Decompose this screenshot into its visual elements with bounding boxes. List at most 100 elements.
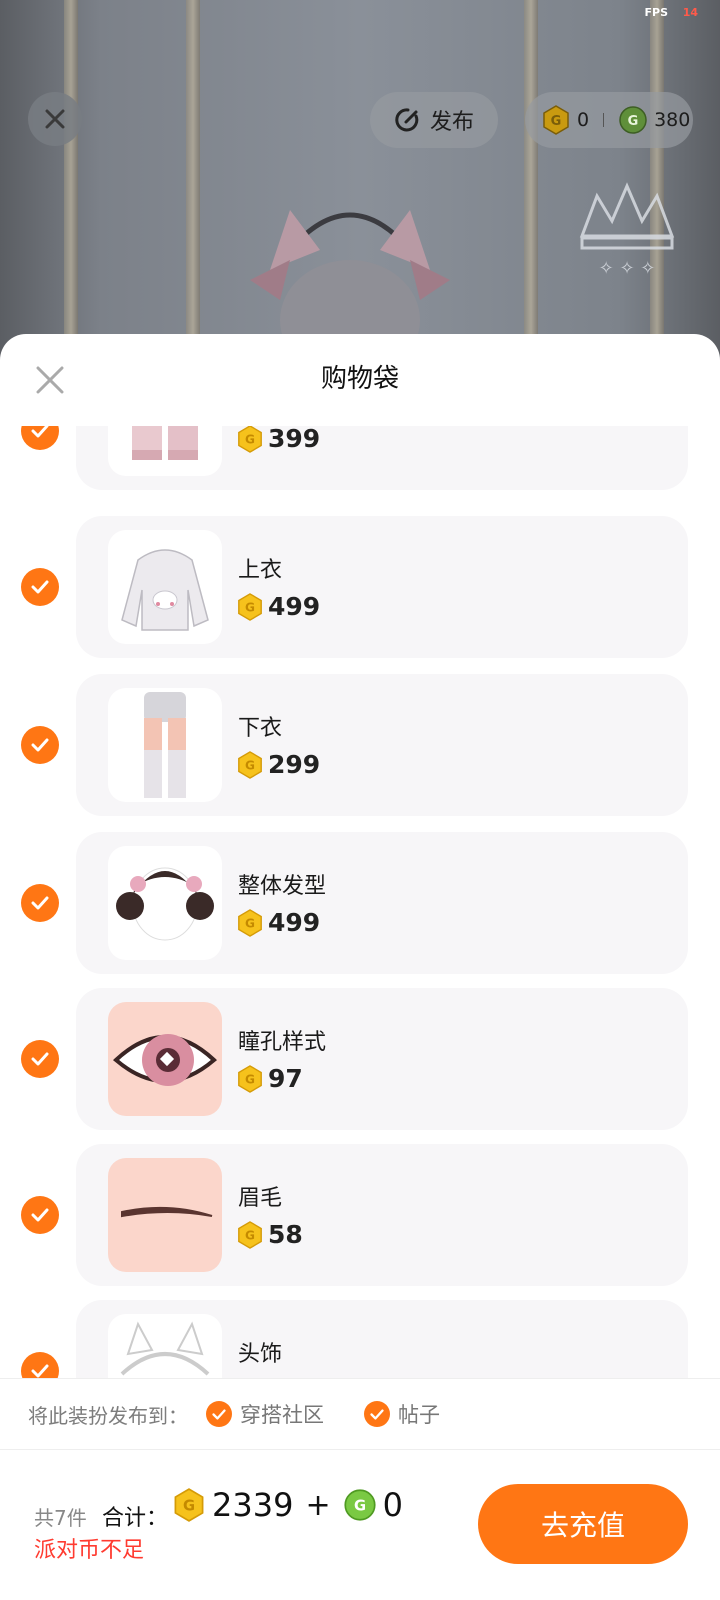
total-label: 合计： xyxy=(102,1506,169,1531)
gold-coin-icon: G xyxy=(543,105,569,135)
list-item[interactable]: G 399 xyxy=(76,426,688,490)
svg-text:G: G xyxy=(245,758,255,772)
checkmark-icon xyxy=(31,580,49,594)
price-value: 97 xyxy=(268,1064,303,1093)
scene-pillar xyxy=(186,0,200,360)
item-checkbox[interactable] xyxy=(21,884,59,922)
gold-coin-icon: G xyxy=(238,1064,262,1093)
price-value: 499 xyxy=(268,908,321,937)
eyebrow-thumb xyxy=(108,1158,222,1272)
svg-text:G: G xyxy=(354,1498,366,1515)
scene-pillar xyxy=(64,0,78,360)
svg-text:G: G xyxy=(245,600,255,614)
checkbox-checked-icon xyxy=(364,1401,390,1427)
checkbox-checked-icon xyxy=(206,1401,232,1427)
currency-a-value: 0 xyxy=(577,109,590,131)
item-checkbox[interactable] xyxy=(21,1352,59,1378)
item-price: G 499 xyxy=(236,592,320,621)
list-item[interactable]: 瞳孔样式 G 97 xyxy=(76,988,688,1130)
list-item[interactable]: 整体发型 G 499 xyxy=(76,832,688,974)
currency-display[interactable]: G 0 G 380 xyxy=(525,92,693,148)
gold-coin-icon: G xyxy=(238,908,262,937)
list-item[interactable]: 眉毛 G 58 xyxy=(76,1144,688,1286)
checkmark-icon xyxy=(31,896,49,910)
sheet-header: 购物袋 xyxy=(0,334,720,426)
close-button[interactable] xyxy=(28,92,82,146)
list-item[interactable]: 上衣 G 499 xyxy=(76,516,688,658)
item-checkbox[interactable] xyxy=(21,568,59,606)
item-name: 下衣 xyxy=(238,716,283,741)
item-checkbox[interactable] xyxy=(21,1040,59,1078)
coin-total: 2339 xyxy=(212,1486,294,1524)
hoodie-thumb xyxy=(108,530,222,644)
game-scene: FPS 14 发布 G 0 G 380 ✧ ✧ ✧ xyxy=(0,0,720,360)
recharge-button[interactable]: 去充值 xyxy=(478,1484,688,1564)
currency-separator xyxy=(603,113,605,127)
item-checkbox[interactable] xyxy=(21,426,59,450)
item-name: 上衣 xyxy=(238,558,283,583)
publish-options-row: 将此装扮发布到： 穿搭社区 帖子 xyxy=(0,1378,720,1450)
price-value: 499 xyxy=(268,592,321,621)
item-price: G 499 xyxy=(236,908,320,937)
checkmark-icon xyxy=(31,426,49,438)
checkmark-icon xyxy=(31,1208,49,1222)
green-coin-icon: G xyxy=(619,106,647,134)
item-price: G 299 xyxy=(236,750,320,779)
hairstyle-thumb xyxy=(108,846,222,960)
item-price: G 97 xyxy=(236,1064,303,1093)
gold-coin-icon: G xyxy=(238,426,262,453)
item-list[interactable]: G 399 上衣 G 499 下衣 G 299 整体发型 G 499 瞳孔样式 … xyxy=(0,426,720,1378)
leggings-thumb xyxy=(108,688,222,802)
green-total: 0 xyxy=(382,1486,403,1524)
plus-sign: + xyxy=(305,1487,331,1523)
insufficient-warning: 派对币不足 xyxy=(34,1538,145,1563)
publish-options-label: 将此装扮发布到： xyxy=(28,1403,188,1428)
sheet-title: 购物袋 xyxy=(320,364,399,394)
crown-logo: ✧ ✧ ✧ xyxy=(579,182,675,279)
option-post[interactable]: 帖子 xyxy=(364,1399,440,1429)
item-checkbox[interactable] xyxy=(21,1196,59,1234)
svg-text:G: G xyxy=(245,1228,255,1242)
checkmark-icon xyxy=(31,1052,49,1066)
list-item[interactable]: 头饰 xyxy=(76,1300,688,1378)
shopping-bag-sheet: 购物袋 G 399 上衣 G 499 下衣 G 299 整体发型 G 499 瞳… xyxy=(0,334,720,1600)
item-name: 瞳孔样式 xyxy=(238,1030,327,1055)
checkmark-icon xyxy=(31,738,49,752)
item-count: 共7件 xyxy=(34,1506,87,1530)
item-price: G 58 xyxy=(236,1220,303,1249)
headwear-thumb xyxy=(108,1314,222,1378)
avatar-character xyxy=(250,210,450,360)
price-value: 299 xyxy=(268,750,321,779)
gold-coin-icon: G xyxy=(174,1488,204,1522)
svg-text:G: G xyxy=(628,114,639,129)
gold-coin-icon: G xyxy=(238,1220,262,1249)
eye-thumb xyxy=(108,1002,222,1116)
publish-button[interactable]: 发布 xyxy=(370,92,498,148)
shoes-thumb xyxy=(108,426,222,476)
item-checkbox[interactable] xyxy=(21,726,59,764)
total-amount: G 2339 + G 0 xyxy=(172,1486,403,1524)
checkmark-icon xyxy=(31,1364,49,1378)
currency-b-value: 380 xyxy=(654,109,691,131)
option-label: 穿搭社区 xyxy=(240,1403,324,1427)
list-item[interactable]: 下衣 G 299 xyxy=(76,674,688,816)
option-outfit-community[interactable]: 穿搭社区 xyxy=(206,1399,324,1429)
svg-text:G: G xyxy=(551,114,562,129)
svg-text:G: G xyxy=(245,1072,255,1086)
svg-text:G: G xyxy=(183,1498,195,1515)
svg-text:G: G xyxy=(245,432,255,446)
svg-text:G: G xyxy=(245,916,255,930)
item-name: 头饰 xyxy=(238,1342,283,1367)
item-price: G 399 xyxy=(236,426,320,453)
item-name: 整体发型 xyxy=(238,874,327,899)
scene-pillar xyxy=(524,0,538,360)
gold-coin-icon: G xyxy=(238,750,262,779)
publish-icon xyxy=(395,108,419,132)
fps-label: FPS xyxy=(644,6,669,19)
price-value: 58 xyxy=(268,1220,303,1249)
option-label: 帖子 xyxy=(398,1403,440,1427)
item-name: 眉毛 xyxy=(238,1186,283,1211)
green-coin-icon: G xyxy=(343,1489,376,1521)
checkout-footer: 共7件 合计： G 2339 + G 0 派对币不足 去充值 xyxy=(0,1450,720,1600)
publish-label: 发布 xyxy=(429,110,474,135)
